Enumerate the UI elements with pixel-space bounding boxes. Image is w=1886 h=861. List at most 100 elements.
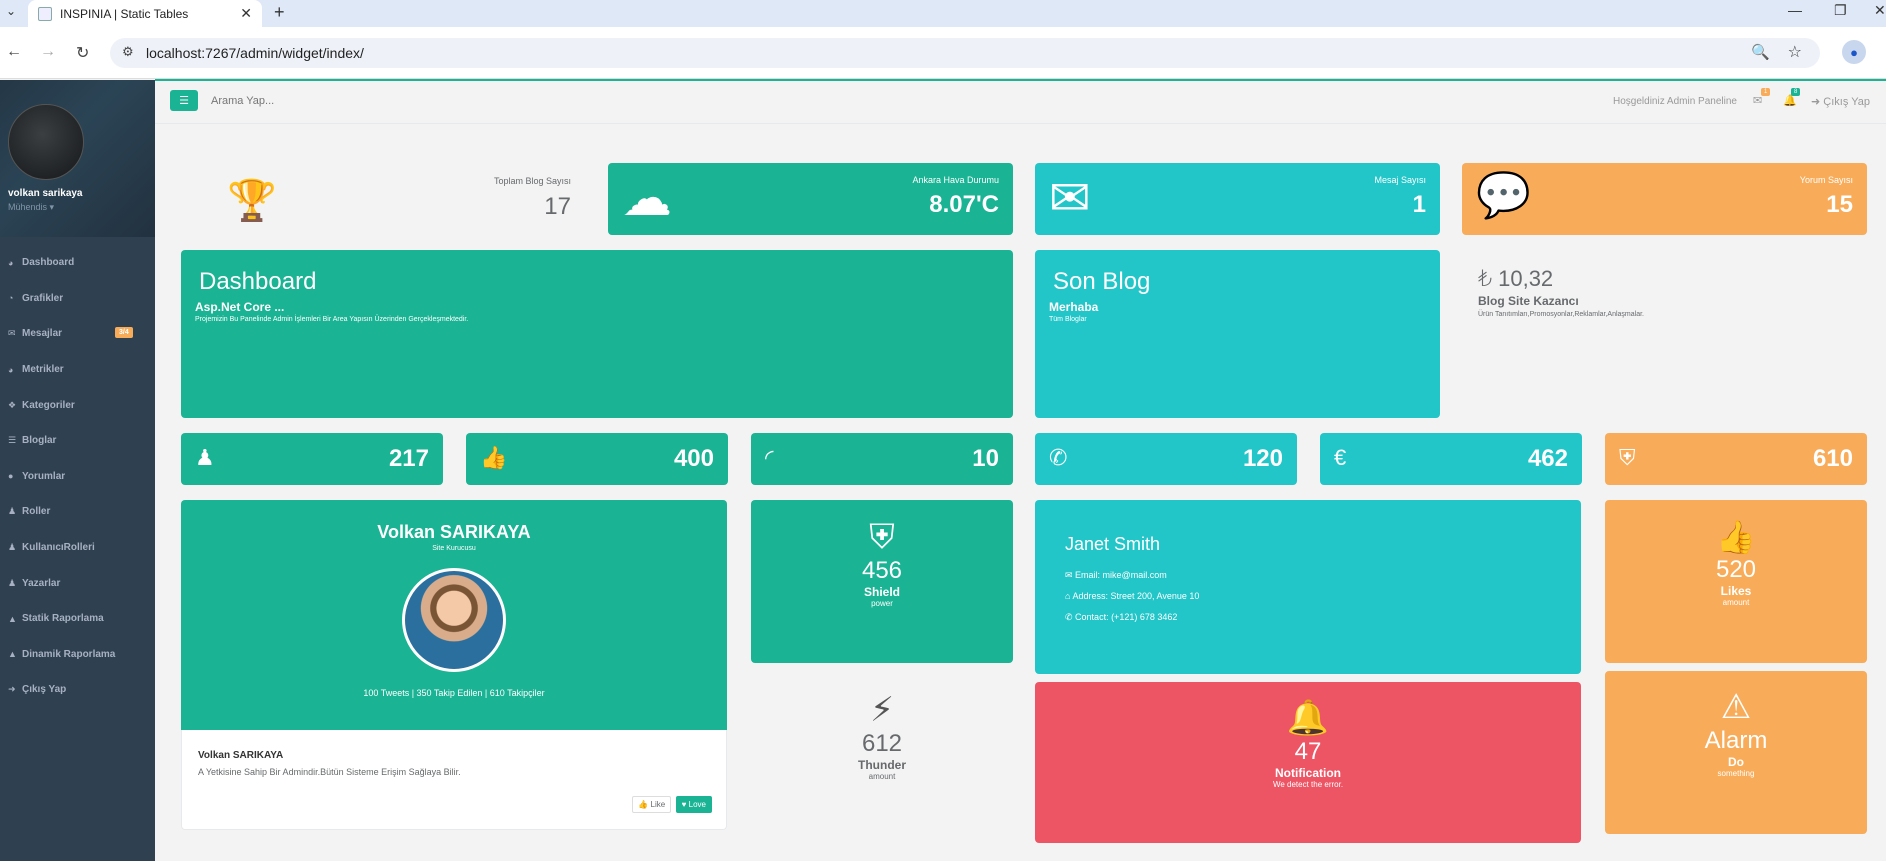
contact-widget: Janet Smith ✉ Email: mike@mail.com ⌂ Add… (1035, 500, 1581, 674)
sidebar-item-label: Metrikler (22, 364, 64, 376)
search-input[interactable] (211, 95, 411, 107)
alarm-widget: ⚠ Alarm Do something (1605, 671, 1867, 834)
son-blog-title: Son Blog (1053, 268, 1151, 295)
sidebar-item-kullanıcırolleri[interactable]: ♟ KullanıcıRolleri (0, 530, 155, 566)
cloud-icon: ☁ (622, 170, 672, 226)
alarm-bold: Do (1728, 755, 1744, 769)
thunder-value: 612 (861, 730, 903, 757)
flask-icon: ▲ (8, 613, 17, 624)
new-tab-icon[interactable]: + (274, 2, 285, 23)
sidebar-item-label: Mesajlar (22, 328, 63, 340)
list-icon: ☰ (8, 435, 17, 446)
profile-card: Volkan SARIKAYA Site Kurucusu 100 Tweets… (181, 500, 727, 730)
close-window-icon[interactable]: ✕ (1874, 2, 1886, 19)
profile-photo (402, 568, 506, 672)
trophy-icon: 🏆 (227, 179, 277, 223)
love-button[interactable]: ♥ Love (675, 796, 712, 813)
small-stat-widget: ⛨ 610 (1605, 433, 1867, 485)
sidebar-item-statik-raporlama[interactable]: ▲ Statik Raporlama (0, 601, 155, 637)
profile-avatar-icon[interactable]: ● (1842, 40, 1866, 64)
user-role-dropdown[interactable]: Mühendis ▾ (8, 202, 155, 213)
url-field[interactable]: ⚙ localhost:7267/admin/widget/index/ 🔍 ☆ (110, 38, 1820, 68)
reload-icon[interactable]: ↻ (76, 43, 89, 63)
user-icon: ♟ (8, 506, 17, 517)
blog-count-value: 17 (544, 193, 571, 220)
profile-role: Site Kurucusu (432, 545, 476, 552)
envelope-icon: ✉ (8, 328, 16, 339)
sidebar-item-dashboard[interactable]: ◕ Dashboard (0, 245, 155, 281)
logout-link[interactable]: ➜ Çıkış Yap (1811, 95, 1870, 108)
dashboard-description: Projemizin Bu Panelinde Admin İşlemleri … (195, 316, 469, 323)
sidebar-item-label: KullanıcıRolleri (22, 542, 95, 554)
user-name[interactable]: volkan sarikaya (8, 188, 155, 199)
like-button[interactable]: 👍 Like (632, 796, 672, 813)
address-bar-row: ← → ↻ ⚙ localhost:7267/admin/widget/inde… (0, 27, 1886, 79)
rss-icon: ◜ (765, 445, 774, 470)
profile-footer-description: A Yetkisine Sahip Bir Admindir.Bütün Sis… (198, 767, 461, 777)
sidebar-item-yazarlar[interactable]: ♟ Yazarlar (0, 565, 155, 601)
blog-count-widget: 🏆 Toplam Blog Sayısı 17 (181, 163, 579, 235)
contact-name: Janet Smith (1065, 534, 1161, 554)
back-icon[interactable]: ← (6, 43, 22, 61)
small-stat-value: 120 (1242, 445, 1283, 472)
thunder-title: Thunder (858, 758, 906, 772)
message-count-value: 1 (1412, 191, 1426, 218)
comment-count-value: 15 (1826, 191, 1853, 218)
phone-icon: ✆ (1065, 612, 1076, 622)
forward-icon[interactable]: → (40, 43, 56, 61)
user-icon: ♟ (8, 577, 17, 588)
logout-icon: ➜ (1811, 96, 1824, 108)
son-blog-widget: Son Blog Merhaba Tüm Bloglar (1035, 250, 1440, 418)
sidebar-item-mesajlar[interactable]: ✉ Mesajlar 3/4 (0, 316, 155, 352)
small-stat-widget: €462 (1320, 433, 1582, 485)
small-stat-value: 400 (673, 445, 714, 472)
users-icon: ❖ (8, 399, 17, 410)
notification-widget: 🔔 47 Notification We detect the error. (1035, 682, 1581, 843)
message-count-widget: ✉ Mesaj Sayısı 1 (1035, 163, 1440, 235)
site-info-icon[interactable]: ⚙ (122, 44, 134, 60)
logout-label: Çıkış Yap (1823, 96, 1870, 108)
small-stat-value: 217 (388, 445, 429, 472)
sidebar-item-label: Roller (22, 506, 51, 518)
shield-subtitle: power (871, 599, 893, 608)
zoom-icon[interactable]: 🔍 (1751, 43, 1770, 61)
sidebar-item-metrikler[interactable]: ◕ Metrikler (0, 352, 155, 388)
sidebar-item-yorumlar[interactable]: ● Yorumlar (0, 459, 155, 495)
chart-icon: ◔ (8, 293, 14, 304)
sidebar-item-grafikler[interactable]: ◔ Grafikler (0, 281, 155, 317)
favicon-icon (38, 6, 52, 21)
sidebar-item-bloglar[interactable]: ☰ Bloglar (0, 423, 155, 459)
envelope-icon: ✉ (1049, 170, 1091, 226)
sidebar-item-label: Kategoriler (22, 399, 75, 411)
dashboard-title: Dashboard (199, 268, 317, 295)
sidebar-toggle-button[interactable]: ☰ (170, 90, 198, 111)
comment-count-widget: 💬 Yorum Sayısı 15 (1462, 163, 1867, 235)
close-tab-icon[interactable]: ✕ (240, 5, 252, 22)
small-stat-value: 462 (1527, 445, 1568, 472)
browser-tab[interactable]: INSPINIA | Static Tables ✕ (28, 0, 262, 27)
messages-badge: 3/4 (115, 327, 133, 339)
bookmark-star-icon[interactable]: ☆ (1788, 42, 1802, 62)
dashboard-subtitle: Asp.Net Core ... (195, 300, 285, 314)
blog-count-label: Toplam Blog Sayısı (493, 176, 571, 186)
metrics-icon: ◕ (8, 364, 14, 375)
small-stat-value: 610 (1812, 445, 1853, 472)
tab-list-chevron-icon[interactable]: ⌄ (6, 4, 16, 18)
sidebar-item-kategoriler[interactable]: ❖ Kategoriler (0, 387, 155, 423)
sidebar-item-roller[interactable]: ♟ Roller (0, 494, 155, 530)
son-blog-link[interactable]: Tüm Bloglar (1049, 316, 1087, 323)
alarm-title: Alarm (1704, 727, 1768, 754)
thumbs-up-icon: 👍 (1716, 519, 1756, 555)
sidebar-item-çıkış-yap[interactable]: ➜ Çıkış Yap (0, 672, 155, 708)
restore-icon[interactable]: ❐ (1834, 2, 1847, 19)
user-avatar[interactable] (8, 104, 84, 180)
top-navbar: ☰ Hoşgeldiniz Admin Paneline ✉ 1 🔔 8 ➜ Ç… (155, 81, 1886, 124)
sidebar-item-label: Dashboard (22, 257, 75, 269)
profile-stats: 100 Tweets | 350 Takip Edilen | 610 Taki… (363, 688, 545, 698)
weather-label: Ankara Hava Durumu (912, 175, 999, 185)
mail-icon[interactable]: ✉ (1753, 94, 1762, 107)
minimize-icon[interactable]: — (1788, 2, 1802, 18)
contact-address: Address: Street 200, Avenue 10 (1072, 591, 1200, 601)
sidebar-item-dinamik-raporlama[interactable]: ▲ Dinamik Raporlama (0, 637, 155, 673)
contact-phone: Contact: (+121) 678 3462 (1075, 612, 1178, 622)
